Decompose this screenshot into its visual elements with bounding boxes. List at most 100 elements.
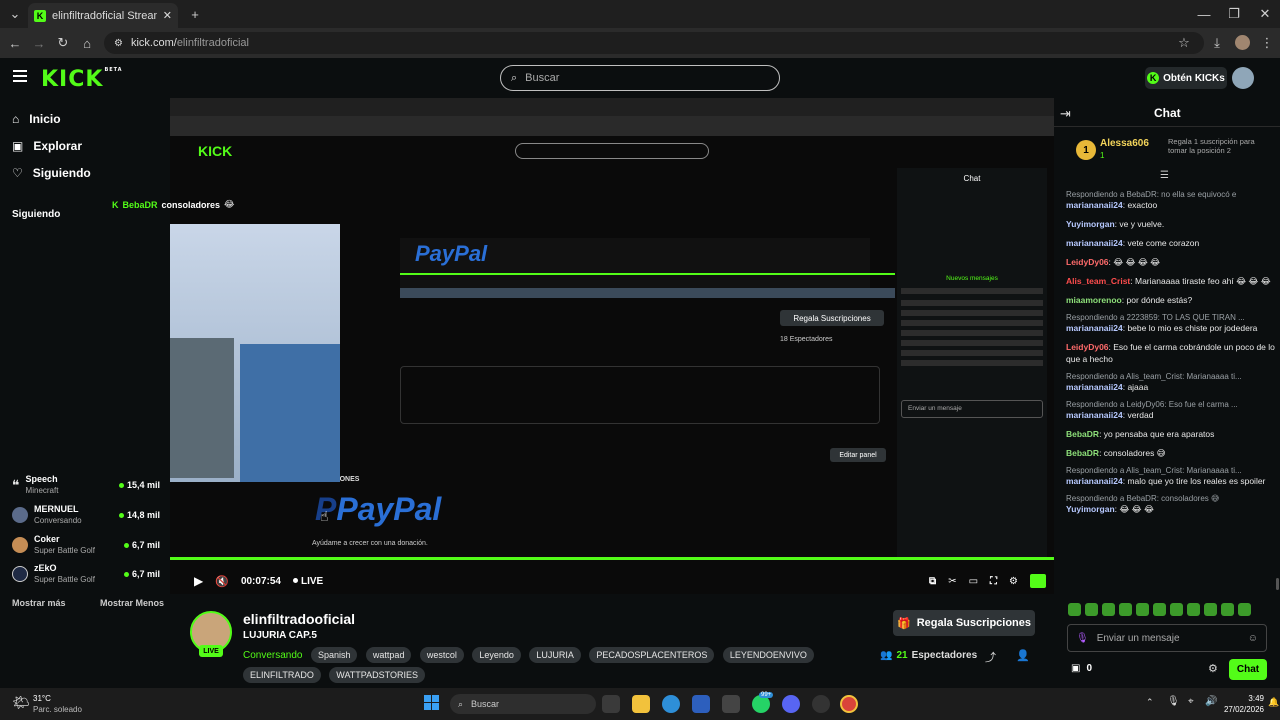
- back-icon[interactable]: ←: [6, 34, 24, 52]
- browser-tab[interactable]: K elinfiltradoficial Stream - Watc ✕: [28, 3, 178, 28]
- hamburger-menu-icon[interactable]: [13, 70, 27, 82]
- close-window-icon[interactable]: ✕: [1256, 5, 1274, 23]
- tag[interactable]: LUJURIA: [529, 647, 581, 663]
- edge-icon[interactable]: [662, 695, 680, 713]
- tab-list-icon[interactable]: ⌄: [6, 5, 24, 23]
- followed-channel-row[interactable]: ❝ Speech Minecraft 15,4 mil: [12, 474, 160, 496]
- emote-icon[interactable]: [1068, 603, 1081, 616]
- get-kicks-button[interactable]: K Obtén KICKs: [1145, 67, 1227, 89]
- show-more-link[interactable]: Mostrar más: [12, 598, 66, 608]
- reply-context[interactable]: Respondiendo a BebaDR: no ella se equivo…: [1066, 190, 1278, 199]
- stream-category[interactable]: Conversando: [243, 650, 302, 661]
- user-avatar[interactable]: [1232, 67, 1254, 89]
- tag[interactable]: WATTPADSTORIES: [329, 667, 425, 683]
- chat-username[interactable]: Yuyimorgan: [1066, 219, 1115, 229]
- microphone-icon[interactable]: 🎙: [1076, 633, 1089, 644]
- tag[interactable]: westcol: [419, 647, 464, 663]
- chat-scrollbar[interactable]: [1276, 578, 1279, 590]
- chat-username[interactable]: LeidyDy06: [1066, 342, 1109, 352]
- share-icon[interactable]: ⤴: [985, 649, 996, 665]
- task-view-icon[interactable]: [602, 695, 620, 713]
- emoji-icon[interactable]: ☺: [1248, 633, 1258, 644]
- chat-username[interactable]: miaamorenoo: [1066, 295, 1122, 305]
- tag[interactable]: ELINFILTRADO: [243, 667, 321, 683]
- play-icon[interactable]: ▶: [194, 574, 203, 588]
- forward-icon[interactable]: →: [30, 34, 48, 52]
- chat-username[interactable]: mariananaii24: [1066, 476, 1123, 486]
- emote-icon[interactable]: [1221, 603, 1234, 616]
- chat-username[interactable]: mariananaii24: [1066, 323, 1123, 333]
- tag[interactable]: LEYENDOENVIVO: [722, 647, 814, 663]
- theater-icon[interactable]: ▭: [969, 576, 978, 587]
- emote-icon[interactable]: [1187, 603, 1200, 616]
- tag[interactable]: wattpad: [365, 647, 412, 663]
- video-progress-bar[interactable]: [170, 557, 1054, 560]
- channel-name[interactable]: elinfiltradooficial: [243, 611, 355, 627]
- minimize-icon[interactable]: —: [1195, 5, 1213, 23]
- emote-icon[interactable]: [1238, 603, 1251, 616]
- bookmark-star-icon[interactable]: ☆: [1175, 34, 1193, 52]
- chat-username[interactable]: BebaDR: [1066, 448, 1099, 458]
- notifications-bell-icon[interactable]: 🔔: [1268, 697, 1279, 708]
- emote-icon[interactable]: [1102, 603, 1115, 616]
- tag[interactable]: Spanish: [310, 647, 358, 663]
- new-tab-icon[interactable]: +: [186, 5, 204, 23]
- show-less-link[interactable]: Mostrar Menos: [100, 598, 164, 608]
- emote-icon[interactable]: [1204, 603, 1217, 616]
- reply-context[interactable]: Respondiendo a LeidyDy06: Eso fue el car…: [1066, 400, 1278, 409]
- reply-context[interactable]: Respondiendo a 2223859: TO LAS QUE TIRAN…: [1066, 313, 1278, 322]
- channel-points[interactable]: ▣ 0: [1071, 663, 1092, 674]
- top-gifter-name[interactable]: Alessa606: [1100, 138, 1149, 149]
- volume-icon[interactable]: 🔊: [1205, 696, 1217, 707]
- download-icon[interactable]: ⤓: [1208, 34, 1226, 52]
- chat-username[interactable]: Yuyimorgan: [1066, 504, 1115, 514]
- windows-start-icon[interactable]: [424, 695, 440, 711]
- chat-username[interactable]: mariananaii24: [1066, 382, 1123, 392]
- chat-username[interactable]: Alis_team_Crist: [1066, 276, 1130, 286]
- discord-icon[interactable]: [782, 695, 800, 713]
- follow-user-icon[interactable]: 👤: [1016, 649, 1030, 662]
- reply-context[interactable]: Respondiendo a Alis_team_Crist: Marianaa…: [1066, 466, 1278, 475]
- settings-icon[interactable]: ⚙: [1009, 576, 1018, 587]
- obs-icon[interactable]: [812, 695, 830, 713]
- taskbar-search[interactable]: ⌕ Buscar: [450, 694, 596, 714]
- address-bar[interactable]: ⚙ kick.com/elinfiltradoficial: [104, 32, 1204, 54]
- followed-channel-row[interactable]: MERNUEL Conversando 14,8 mil: [12, 504, 160, 526]
- clock[interactable]: 3:49 27/02/2026: [1222, 693, 1264, 715]
- mute-icon[interactable]: 🔇: [215, 575, 229, 588]
- tag[interactable]: PECADOSPLACENTEROS: [589, 647, 715, 663]
- chat-username[interactable]: BebaDR: [1066, 429, 1099, 439]
- chat-username[interactable]: LeidyDy06: [1066, 257, 1109, 267]
- network-icon[interactable]: ⌖: [1188, 696, 1194, 707]
- tray-chevron-icon[interactable]: ⌃: [1146, 697, 1154, 708]
- emote-icon[interactable]: [1136, 603, 1149, 616]
- chat-input[interactable]: 🎙 Enviar un mensaje ☺: [1067, 624, 1267, 652]
- menu-kebab-icon[interactable]: ⋮: [1258, 34, 1276, 52]
- sidebar-item-explorar[interactable]: ▣ Explorar: [12, 139, 82, 153]
- send-chat-button[interactable]: Chat: [1229, 659, 1267, 680]
- chat-username[interactable]: mariananaii24: [1066, 410, 1123, 420]
- emote-icon[interactable]: [1085, 603, 1098, 616]
- chat-settings-icon[interactable]: ⚙: [1208, 662, 1218, 675]
- kick-logo[interactable]: KICKBETA: [41, 67, 123, 92]
- site-info-icon[interactable]: ⚙: [114, 38, 123, 49]
- tag[interactable]: Leyendo: [472, 647, 521, 663]
- chrome-icon[interactable]: [840, 695, 858, 713]
- followed-channel-row[interactable]: zEkO Super Battle Golf 6,7 mil: [12, 563, 160, 585]
- emote-icon[interactable]: [1170, 603, 1183, 616]
- close-tab-icon[interactable]: ✕: [163, 9, 172, 22]
- gift-subs-button[interactable]: 🎁 Regala Suscripciones: [893, 610, 1035, 636]
- video-player[interactable]: KICK PayPal Regala Suscripciones 18 Espe…: [170, 98, 1054, 594]
- sidebar-item-siguiendo[interactable]: ♡ Siguiendo: [12, 166, 91, 180]
- store-icon[interactable]: [692, 695, 710, 713]
- reload-icon[interactable]: ↻: [54, 34, 72, 52]
- maximize-icon[interactable]: ❐: [1225, 5, 1243, 23]
- followed-channel-row[interactable]: Coker Super Battle Golf 6,7 mil: [12, 534, 160, 556]
- file-explorer-icon[interactable]: [632, 695, 650, 713]
- weather-icon[interactable]: 🌤: [12, 694, 30, 711]
- sidebar-item-inicio[interactable]: ⌂ Inicio: [12, 112, 61, 126]
- weather-widget[interactable]: 31°C Parc. soleado: [33, 693, 82, 715]
- app-icon[interactable]: [722, 695, 740, 713]
- search-input[interactable]: ⌕ Buscar: [500, 65, 780, 91]
- reply-context[interactable]: Respondiendo a BebaDR: consoladores 😅: [1066, 494, 1278, 503]
